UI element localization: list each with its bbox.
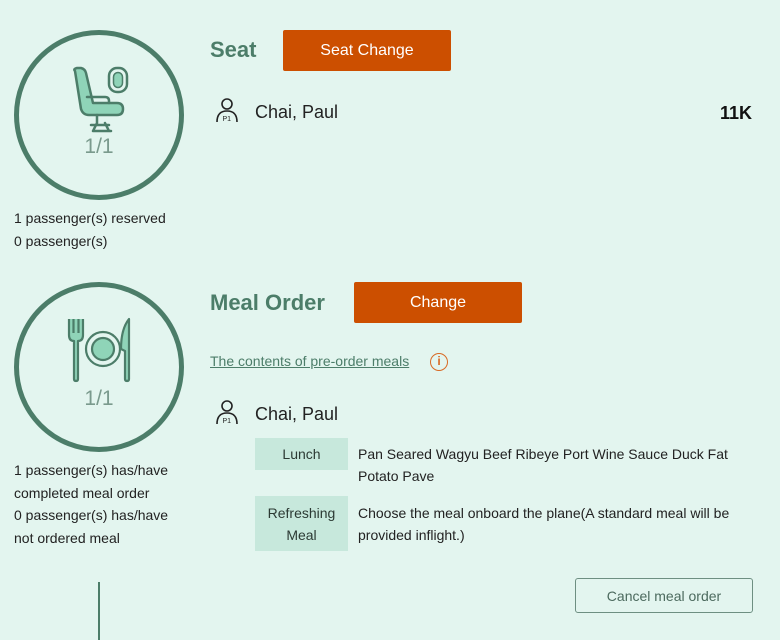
meal-pending-line2: not ordered meal [14, 529, 120, 546]
airplane-seat-icon [73, 66, 129, 133]
meal-label-text: Refreshing [267, 504, 336, 521]
svg-text:P1: P1 [223, 116, 232, 123]
timeline-connector [98, 582, 100, 640]
meal-description-line: Choose the meal onboard the plane(A stan… [358, 505, 730, 521]
seat-unreserved-text: 0 passenger(s) [14, 232, 108, 249]
seat-progress-count: 1/1 [84, 135, 114, 158]
meal-section-title: Meal Order [210, 290, 325, 315]
meal-completed-line2: completed meal order [14, 484, 150, 501]
meal-description-line: provided inflight.) [358, 527, 465, 543]
seat-summary: 1 passenger(s) reserved 0 passenger(s) [14, 207, 166, 252]
meal-progress-count: 1/1 [84, 387, 114, 410]
meal-completed-line1: 1 passenger(s) has/have [14, 462, 169, 478]
meal-progress-circle: 1/1 [14, 282, 184, 452]
seat-progress-circle: 1/1 [14, 30, 184, 200]
seat-number: 11K [720, 103, 753, 123]
cancel-meal-order-button[interactable]: Cancel meal order [575, 578, 753, 613]
meal-description-refreshing: Choose the meal onboard the plane(A stan… [358, 502, 729, 546]
info-icon[interactable]: i [430, 353, 448, 371]
meal-description-line: Potato Pave [358, 468, 435, 484]
seat-change-button[interactable]: Seat Change [283, 30, 451, 71]
meal-passenger-name: Chai, Paul [255, 404, 339, 424]
meal-pending-line1: 0 passenger(s) has/have [14, 507, 169, 523]
meal-label-refreshing: Refreshing Meal [255, 496, 348, 551]
seat-reserved-text: 1 passenger(s) reserved [14, 210, 166, 226]
passenger-icon: P1 [216, 98, 238, 123]
meal-label-text: Lunch [282, 446, 321, 462]
meal-description-line: Pan Seared Wagyu Beef Ribeye Port Wine S… [358, 446, 728, 462]
seat-passenger-name: Chai, Paul [255, 102, 339, 122]
meal-description-lunch: Pan Seared Wagyu Beef Ribeye Port Wine S… [358, 443, 728, 487]
seat-section-title: Seat [210, 37, 257, 62]
preorder-meal-contents-link[interactable]: The contents of pre-order meals [210, 353, 409, 369]
meal-label-lunch: Lunch [255, 438, 348, 470]
meal-summary: 1 passenger(s) has/have completed meal o… [14, 459, 168, 549]
passenger-icon: P1 [216, 400, 238, 425]
meal-label-text: Meal [286, 526, 317, 543]
meal-plate-icon [67, 317, 131, 383]
svg-text:P1: P1 [223, 418, 232, 425]
meal-change-button[interactable]: Change [354, 282, 522, 323]
